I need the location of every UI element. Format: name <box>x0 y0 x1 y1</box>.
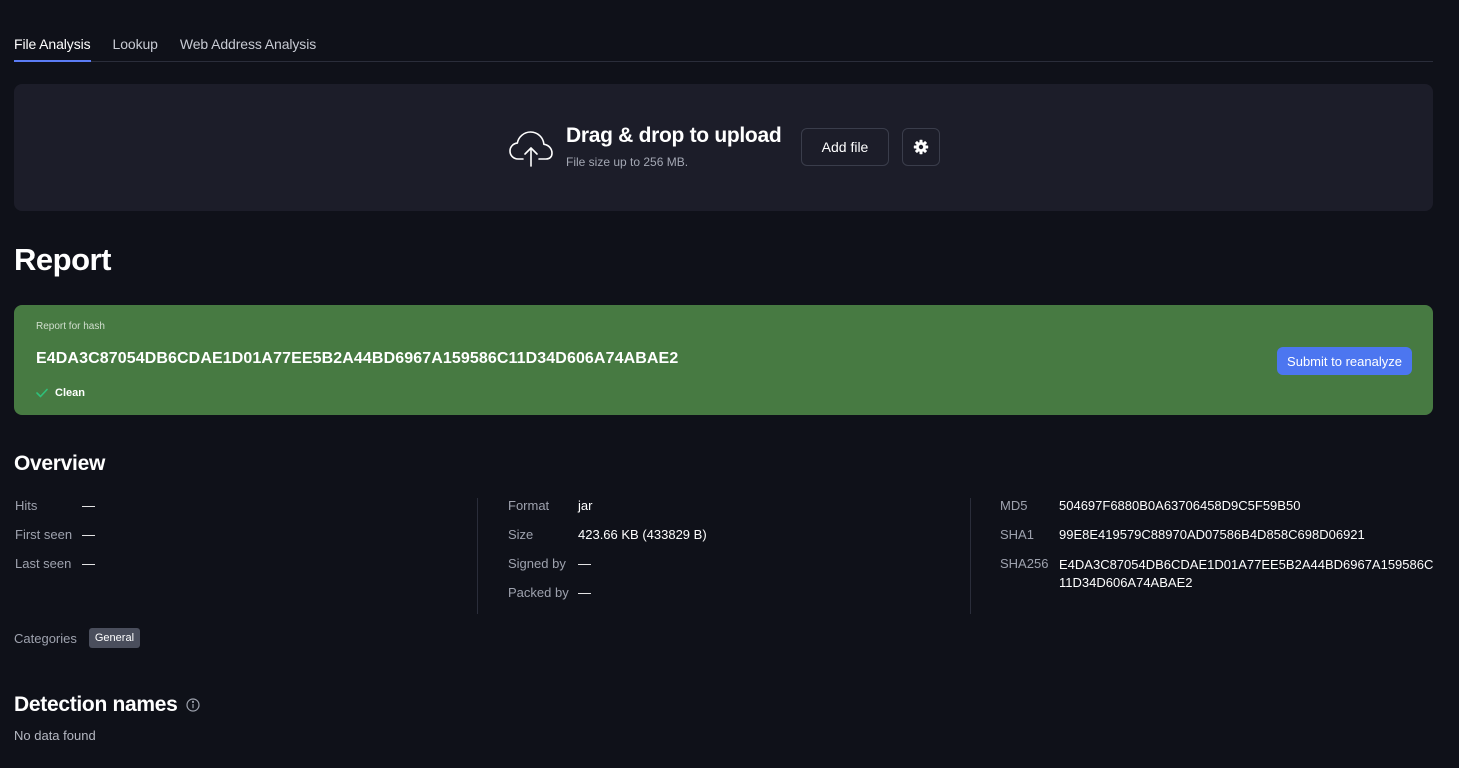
status-text: Clean <box>55 387 85 399</box>
categories-row: Categories General <box>14 628 141 648</box>
upload-title: Drag & drop to upload <box>566 124 782 147</box>
info-icon[interactable] <box>185 698 200 712</box>
analysis-tabs: File Analysis Lookup Web Address Analysi… <box>14 34 1433 62</box>
column-divider <box>477 498 478 614</box>
detection-empty-state: No data found <box>14 728 96 743</box>
field-label: Format <box>508 498 550 513</box>
field-label: SHA1 <box>1000 527 1034 542</box>
tab-lookup[interactable]: Lookup <box>113 34 158 62</box>
detection-names-title: Detection names <box>14 693 178 716</box>
upload-settings-button[interactable] <box>902 128 940 166</box>
overview-file-column: Format jar Size 423.66 KB (433829 B) Sig… <box>508 498 707 614</box>
overview-row-md5: MD5 504697F6880B0A63706458D9C5F59B50 <box>1000 498 1437 527</box>
field-value: — <box>82 556 95 571</box>
field-value: — <box>578 556 591 571</box>
check-icon <box>36 388 48 398</box>
upload-dropzone[interactable]: Drag & drop to upload File size up to 25… <box>14 84 1433 211</box>
field-label: Hits <box>15 498 38 513</box>
overview-row-packed-by: Packed by — <box>508 585 707 614</box>
add-file-button[interactable]: Add file <box>801 128 889 166</box>
overview-hashes-column: MD5 504697F6880B0A63706458D9C5F59B50 SHA… <box>1000 498 1437 590</box>
field-label: Packed by <box>508 585 569 600</box>
overview-row-format: Format jar <box>508 498 707 527</box>
overview-row-sha1: SHA1 99E8E419579C88970AD07586B4D858C698D… <box>1000 527 1437 556</box>
overview-row-signed-by: Signed by — <box>508 556 707 585</box>
field-value: — <box>82 527 95 542</box>
sha256-value: E4DA3C87054DB6CDAE1D01A77EE5B2A44BD6967A… <box>1059 557 1434 590</box>
md5-value: 504697F6880B0A63706458D9C5F59B50 <box>1059 498 1301 513</box>
field-label: SHA256 <box>1000 556 1049 571</box>
overview-row-sha256: SHA256 E4DA3C87054DB6CDAE1D01A77EE5B2A44… <box>1000 556 1437 590</box>
tab-file-analysis[interactable]: File Analysis <box>14 34 91 62</box>
field-value: — <box>82 498 95 513</box>
field-label: Size <box>508 527 534 542</box>
field-label: Last seen <box>15 556 72 571</box>
gear-icon <box>913 139 929 155</box>
sha1-value: 99E8E419579C88970AD07586B4D858C698D06921 <box>1059 527 1365 542</box>
field-label: MD5 <box>1000 498 1028 513</box>
categories-label: Categories <box>14 630 77 646</box>
report-hash-value: E4DA3C87054DB6CDAE1D01A77EE5B2A44BD6967A… <box>36 350 679 367</box>
field-label: Signed by <box>508 556 566 571</box>
overview-title: Overview <box>14 452 105 475</box>
report-title: Report <box>14 242 111 277</box>
detection-names-heading: Detection names <box>14 693 200 717</box>
category-badge: General <box>88 628 141 648</box>
overview-stats-column: Hits — First seen — Last seen — <box>15 498 95 585</box>
upload-size-hint: File size up to 256 MB. <box>566 155 689 169</box>
tab-web-address-analysis[interactable]: Web Address Analysis <box>180 34 316 62</box>
report-banner: Report for hash E4DA3C87054DB6CDAE1D01A7… <box>14 305 1433 415</box>
field-value: jar <box>578 498 593 513</box>
overview-row-last-seen: Last seen — <box>15 556 95 585</box>
cloud-upload-icon <box>509 131 553 167</box>
overview-row-hits: Hits — <box>15 498 95 527</box>
field-value: 423.66 KB (433829 B) <box>578 527 707 542</box>
submit-to-reanalyze-button[interactable]: Submit to reanalyze <box>1277 347 1412 375</box>
field-label: First seen <box>15 527 73 542</box>
status-badge: Clean <box>36 387 85 399</box>
overview-row-size: Size 423.66 KB (433829 B) <box>508 527 707 556</box>
overview-row-first-seen: First seen — <box>15 527 95 556</box>
column-divider <box>970 498 971 614</box>
report-hash-label: Report for hash <box>36 321 105 332</box>
field-value: — <box>578 585 591 600</box>
